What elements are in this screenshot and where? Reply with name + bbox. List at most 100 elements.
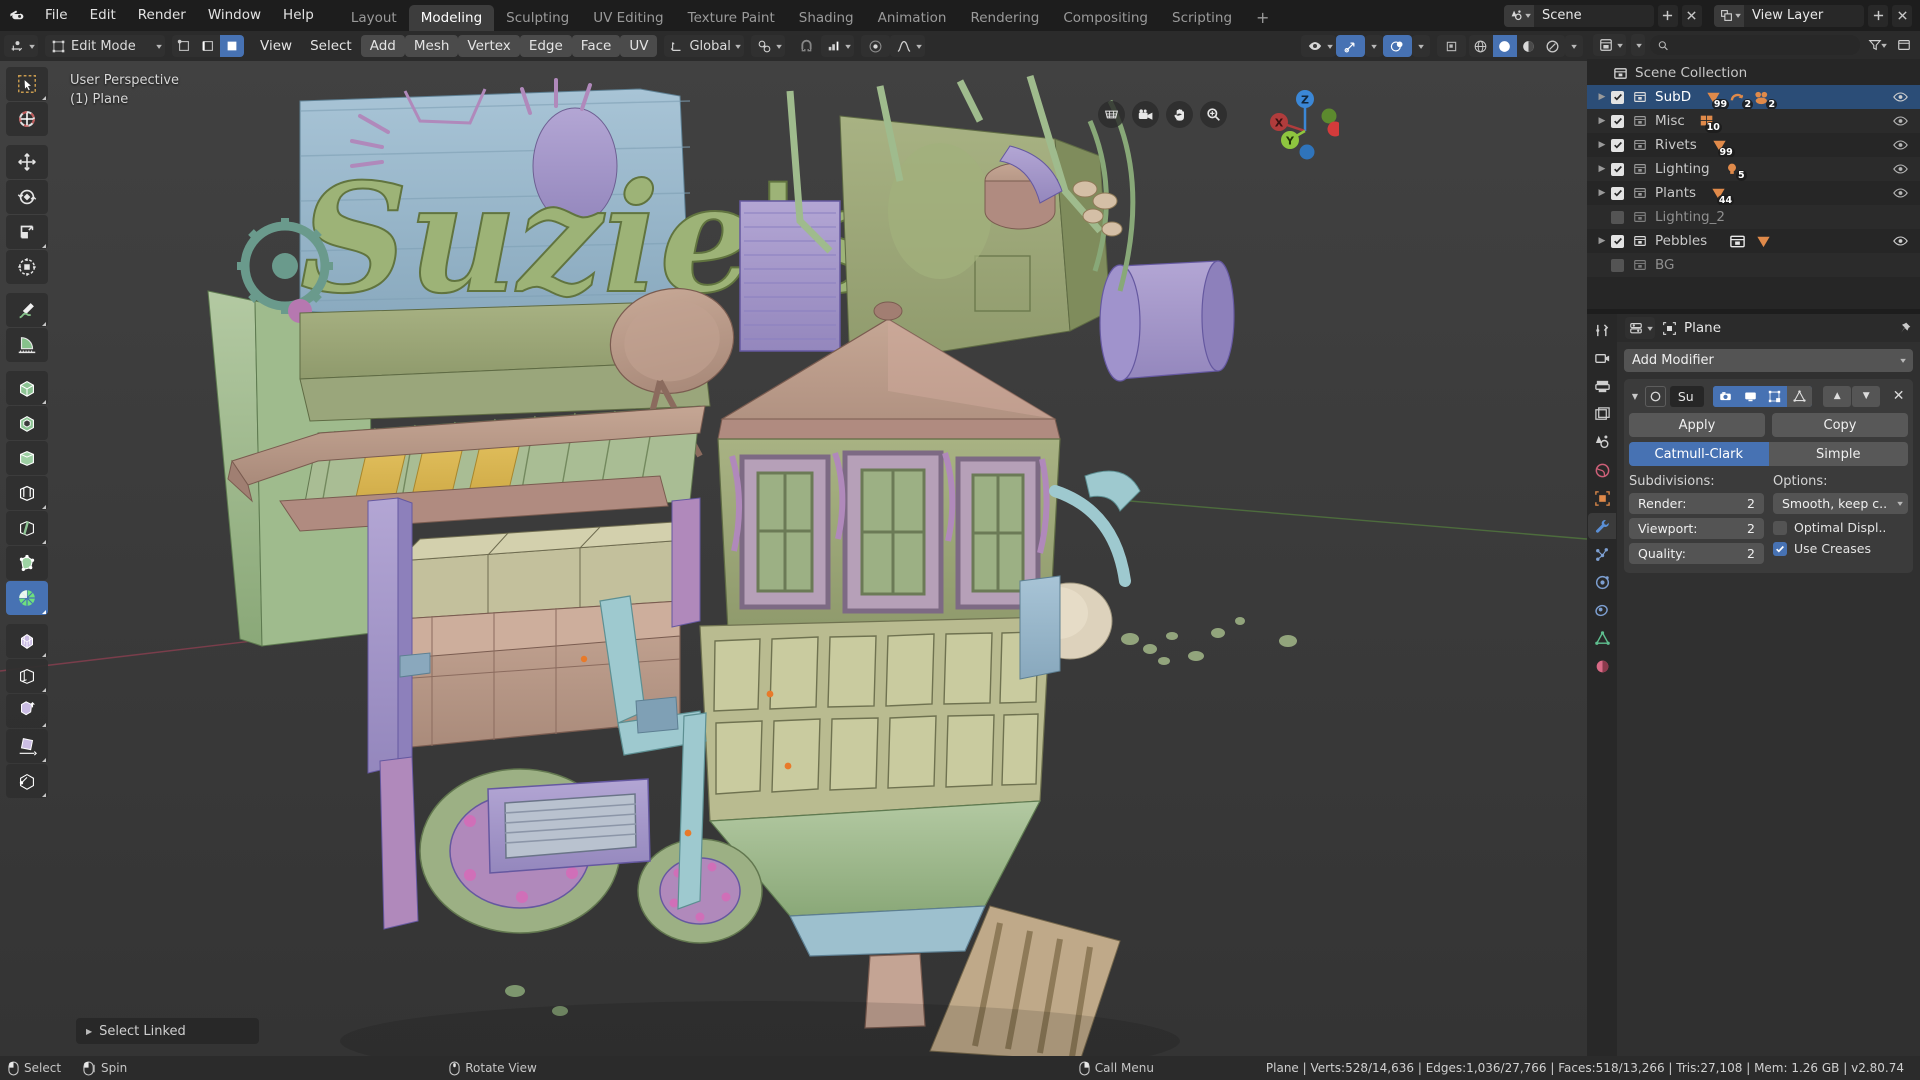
collapse-triangle-icon[interactable]: ▼ <box>1629 392 1641 401</box>
use-creases-row[interactable]: Use Creases <box>1773 541 1908 556</box>
outliner-row-lighting[interactable]: ▶ Lighting 5 <box>1587 157 1920 181</box>
outliner-root-row[interactable]: Scene Collection <box>1587 61 1920 85</box>
menu-help[interactable]: Help <box>272 0 325 31</box>
menu-file[interactable]: File <box>34 0 79 31</box>
vertex-select-mode-button[interactable] <box>172 35 196 57</box>
outliner-row-plants[interactable]: ▶ Plants 44 <box>1587 181 1920 206</box>
mesh-data-badge[interactable]: 44 <box>1710 185 1735 206</box>
bevel-tool[interactable] <box>6 441 48 475</box>
toggle-camera-perspective-icon[interactable] <box>1098 101 1125 128</box>
move-modifier-up-button[interactable]: ▲ <box>1823 385 1852 407</box>
wireframe-shading-button[interactable] <box>1469 35 1493 57</box>
snap-target-selector[interactable]: ▾ <box>820 35 854 57</box>
workspace-tab-sculpting[interactable]: Sculpting <box>494 5 581 31</box>
disclosure-triangle-icon[interactable]: ▶ <box>1593 116 1611 126</box>
shading-options-dropdown[interactable]: ▾ <box>1564 35 1583 57</box>
unlink-scene-button[interactable] <box>1681 4 1702 27</box>
light-badge[interactable]: 5 <box>1724 161 1747 181</box>
properties-editor-type-selector[interactable]: ▾ <box>1625 317 1656 339</box>
cursor-tool[interactable] <box>6 102 48 136</box>
annotate-tool[interactable] <box>6 293 48 327</box>
workspace-tab-uv-editing[interactable]: UV Editing <box>581 5 675 31</box>
viewport-menu-edge[interactable]: Edge <box>519 35 572 57</box>
mesh-data-badge[interactable] <box>1755 233 1772 250</box>
modifier-tab[interactable] <box>1588 513 1616 539</box>
group-badge[interactable]: 2 <box>1753 89 1778 110</box>
interaction-mode-selector[interactable]: Edit Mode ▾ <box>45 35 166 57</box>
visibility-eye-icon[interactable] <box>1893 235 1908 248</box>
modifier-badge[interactable]: 2 <box>1729 89 1754 110</box>
collection-checkbox[interactable] <box>1611 162 1624 176</box>
outliner-row-misc[interactable]: ▶ Misc 10 <box>1587 109 1920 133</box>
catmull-clark-button[interactable]: Catmull-Clark <box>1629 442 1769 466</box>
disclosure-triangle-icon[interactable]: ▶ <box>1593 236 1611 246</box>
material-preview-shading-button[interactable] <box>1517 35 1541 57</box>
solid-shading-button[interactable] <box>1492 35 1517 57</box>
viewport-navigation-gizmo[interactable]: Z X Y <box>1255 83 1339 167</box>
shrink-fatten-tool[interactable] <box>6 694 48 728</box>
outliner-search-field[interactable] <box>1673 38 1852 52</box>
view-layer-tab[interactable] <box>1588 401 1616 427</box>
smooth-tool[interactable] <box>6 624 48 658</box>
optimal-display-checkbox[interactable] <box>1773 520 1787 535</box>
workspace-tab-layout[interactable]: Layout <box>339 5 409 31</box>
visibility-eye-icon[interactable] <box>1893 115 1908 128</box>
outliner-tree[interactable]: Scene Collection ▶ SubD 99 2 2 ▶ Misc 10… <box>1587 59 1920 309</box>
object-tab[interactable] <box>1588 485 1616 511</box>
outliner-new-collection-button[interactable] <box>1894 34 1914 56</box>
shear-tool[interactable] <box>6 729 48 763</box>
modifier-name-field[interactable]: Su <box>1669 385 1704 407</box>
3d-viewport[interactable]: Suzie's User Perspective (1) Plane Z X Y… <box>0 61 1587 1056</box>
viewport-menu-uv[interactable]: UV <box>620 35 658 57</box>
menu-render[interactable]: Render <box>127 0 197 31</box>
viewport-menu-mesh[interactable]: Mesh <box>404 35 459 57</box>
outliner-row-pebbles[interactable]: ▶ Pebbles <box>1587 229 1920 253</box>
new-scene-button[interactable] <box>1657 4 1678 27</box>
on-cage-display-toggle[interactable] <box>1787 385 1813 407</box>
visibility-eye-icon[interactable] <box>1893 187 1908 200</box>
poly-build-tool[interactable] <box>6 546 48 580</box>
operator-redo-panel[interactable]: ▶ Select Linked <box>76 1018 259 1044</box>
menu-edit[interactable]: Edit <box>79 0 127 31</box>
viewport-menu-view[interactable]: View <box>251 35 301 57</box>
extrude-region-tool[interactable] <box>6 371 48 405</box>
outliner-filter-button[interactable]: ▾ <box>1865 34 1889 56</box>
outliner-display-mode-selector[interactable]: ▾ <box>1631 34 1646 56</box>
outliner-search-input[interactable] <box>1650 35 1860 55</box>
blender-logo-icon[interactable] <box>0 6 34 25</box>
mesh-data-badge[interactable]: 99 <box>1705 89 1730 110</box>
rotate-tool[interactable] <box>6 180 48 214</box>
world-tab[interactable] <box>1588 457 1616 483</box>
face-select-mode-button[interactable] <box>220 35 245 57</box>
outliner-row-bg[interactable]: BG <box>1587 253 1920 277</box>
knife-tool[interactable] <box>6 511 48 545</box>
proportional-falloff-selector[interactable]: ▾ <box>889 35 925 57</box>
scene-selector[interactable]: ▾ Scene <box>1503 4 1654 27</box>
apply-modifier-button[interactable]: Apply <box>1629 413 1765 437</box>
proportional-editing-toggle[interactable] <box>860 35 890 57</box>
render-tab[interactable] <box>1588 345 1616 371</box>
pivot-point-selector[interactable]: ▾ <box>750 35 785 57</box>
tweak-select-box-tool[interactable] <box>6 67 48 101</box>
measure-tool[interactable] <box>6 328 48 362</box>
uv-smooth-dropdown[interactable]: Smooth, keep c.. ▾ <box>1773 493 1908 514</box>
transform-orientation-selector[interactable]: Global ▾ <box>664 35 744 57</box>
scene-name[interactable]: Scene <box>1534 5 1654 27</box>
edit-mode-display-toggle[interactable] <box>1762 385 1788 407</box>
camera-view-icon[interactable] <box>1132 101 1159 128</box>
workspace-tab-modeling[interactable]: Modeling <box>408 5 495 31</box>
workspace-tab-rendering[interactable]: Rendering <box>958 5 1051 31</box>
particles-tab[interactable] <box>1588 541 1616 567</box>
visibility-eye-icon[interactable] <box>1893 139 1908 152</box>
disclosure-triangle-icon[interactable]: ▶ <box>1593 188 1611 198</box>
object-data-tab[interactable] <box>1588 625 1616 651</box>
mesh-data-badge[interactable]: 99 <box>1711 137 1735 158</box>
scene-tab[interactable] <box>1588 429 1616 455</box>
visibility-eye-icon[interactable] <box>1893 91 1908 104</box>
object-type-visibility-selector[interactable]: ▾ <box>1300 35 1336 57</box>
render-subdivisions-field[interactable]: Render: 2 <box>1629 493 1764 514</box>
viewport-menu-add[interactable]: Add <box>360 35 405 57</box>
editor-type-selector[interactable]: ▾ <box>4 35 39 57</box>
workspace-tab-scripting[interactable]: Scripting <box>1160 5 1244 31</box>
outliner-row-lighting-2[interactable]: Lighting_2 <box>1587 205 1920 229</box>
